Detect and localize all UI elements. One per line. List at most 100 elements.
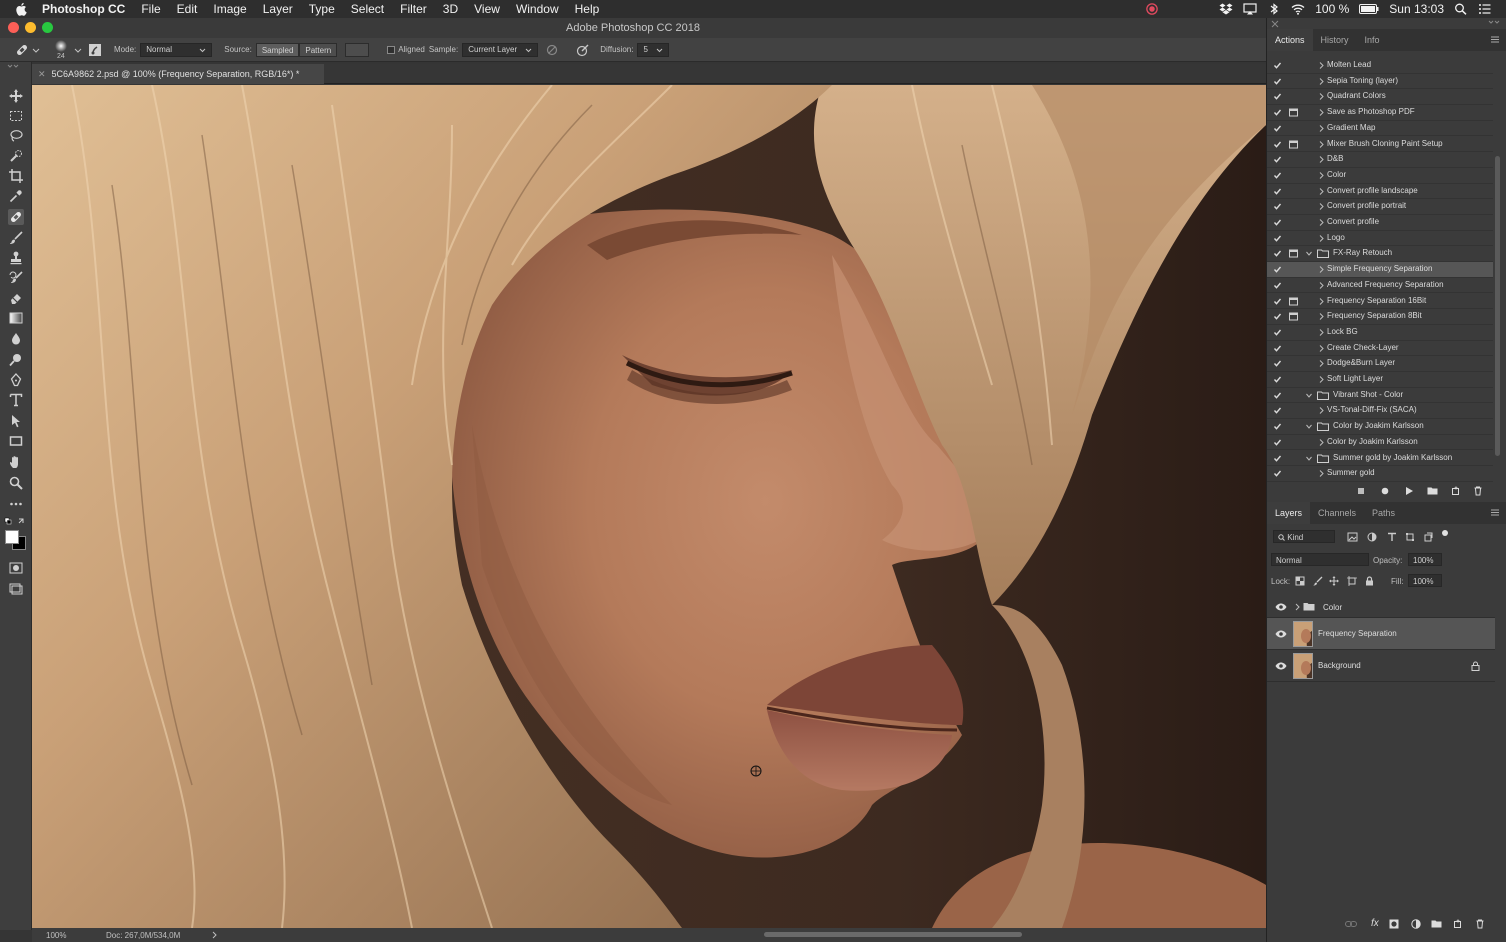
lock-all-icon[interactable] [1365, 576, 1374, 586]
menubar-clock[interactable]: Sun 13:03 [1389, 2, 1444, 16]
action-row[interactable]: Lock BG [1267, 325, 1493, 341]
menu-help[interactable]: Help [575, 2, 600, 16]
pattern-picker[interactable] [345, 42, 370, 57]
wifi-icon[interactable] [1291, 3, 1305, 15]
chevron-right-icon[interactable] [1317, 438, 1325, 447]
chevron-right-icon[interactable] [1295, 603, 1301, 611]
checkmark-icon[interactable] [1273, 77, 1282, 86]
action-row[interactable]: Advanced Frequency Separation [1267, 278, 1493, 294]
pixel-layer-filter-icon[interactable] [1347, 532, 1358, 542]
mode-select[interactable]: Normal [140, 42, 213, 57]
action-row[interactable]: Summer gold [1267, 466, 1493, 482]
chevron-right-icon[interactable] [1317, 312, 1325, 321]
action-row[interactable]: Frequency Separation 16Bit [1267, 294, 1493, 310]
checkmark-icon[interactable] [1273, 265, 1282, 274]
horizontal-scrollbar[interactable] [764, 932, 1022, 937]
panel-menu-icon[interactable] [1491, 36, 1499, 43]
checkmark-icon[interactable] [1273, 328, 1282, 337]
layer-row[interactable]: Background [1267, 650, 1495, 682]
lock-transparent-pixels-icon[interactable] [1295, 576, 1305, 586]
document-canvas[interactable] [32, 85, 1266, 928]
dialog-toggle-icon[interactable] [1289, 249, 1298, 258]
action-row[interactable]: Sepia Toning (layer) [1267, 74, 1493, 90]
eyedropper-tool[interactable] [8, 188, 24, 204]
sample-select[interactable]: Current Layer [462, 42, 539, 57]
ignore-adjustment-layers-icon[interactable] [546, 44, 558, 56]
eraser-tool[interactable] [8, 290, 24, 306]
chevron-right-icon[interactable] [1317, 61, 1325, 70]
action-row[interactable]: Create Check-Layer [1267, 341, 1493, 357]
action-row[interactable]: Quadrant Colors [1267, 89, 1493, 106]
menu-app-name[interactable]: Photoshop CC [42, 2, 125, 16]
lock-image-pixels-icon[interactable] [1313, 576, 1323, 586]
brush-picker-dropdown-icon[interactable] [74, 46, 82, 54]
menu-edit[interactable]: Edit [177, 2, 198, 16]
rectangle-tool[interactable] [8, 433, 24, 449]
visibility-eye-icon[interactable] [1275, 662, 1287, 670]
action-row[interactable]: Molten Lead [1267, 58, 1493, 74]
type-tool[interactable] [8, 392, 24, 408]
chevron-right-icon[interactable] [1317, 359, 1325, 368]
stop-icon[interactable] [1357, 487, 1365, 495]
status-menu-arrow-icon[interactable] [212, 931, 218, 939]
chevron-right-icon[interactable] [1317, 281, 1325, 290]
chevron-right-icon[interactable] [1317, 469, 1325, 478]
blend-mode-select[interactable]: Normal [1271, 553, 1369, 566]
zoom-level[interactable]: 100% [46, 931, 106, 940]
action-row[interactable]: Color by Joakim Karlsson [1267, 435, 1493, 451]
visibility-eye-icon[interactable] [1275, 630, 1287, 638]
record-icon[interactable] [1145, 3, 1159, 15]
layer-lock-icon[interactable] [1471, 661, 1480, 671]
aligned-checkbox[interactable] [387, 45, 396, 54]
layer-thumbnail[interactable] [1293, 653, 1313, 679]
layer-style-fx-icon[interactable]: fx [1371, 918, 1379, 929]
layer-group-row[interactable]: Color [1267, 596, 1495, 618]
screen-mode-button[interactable] [8, 580, 24, 596]
chevron-right-icon[interactable] [1317, 297, 1325, 306]
action-row[interactable]: Color by Joakim Karlsson [1267, 419, 1493, 435]
chevron-right-icon[interactable] [1317, 140, 1325, 149]
checkmark-icon[interactable] [1273, 249, 1282, 258]
smart-object-filter-icon[interactable] [1423, 532, 1433, 542]
chevron-right-icon[interactable] [1317, 171, 1325, 180]
checkmark-icon[interactable] [1273, 438, 1282, 447]
source-pattern-button[interactable]: Pattern [299, 42, 338, 57]
checkmark-icon[interactable] [1273, 375, 1282, 384]
checkmark-icon[interactable] [1273, 281, 1282, 290]
chevron-right-icon[interactable] [1317, 108, 1325, 117]
checkmark-icon[interactable] [1273, 218, 1282, 227]
tools-panel-collapse-icon[interactable] [6, 64, 26, 69]
battery-icon[interactable] [1359, 3, 1379, 15]
document-tab[interactable]: ✕ 5C6A9862 2.psd @ 100% (Frequency Separa… [32, 64, 324, 84]
action-row[interactable]: Convert profile portrait [1267, 199, 1493, 215]
action-row[interactable]: Gradient Map [1267, 121, 1493, 137]
close-tab-icon[interactable]: ✕ [38, 69, 46, 79]
action-row[interactable]: Soft Light Layer [1267, 372, 1493, 388]
dodge-tool[interactable] [8, 352, 24, 368]
action-row[interactable]: Dodge&Burn Layer [1267, 356, 1493, 372]
source-sampled-button[interactable]: Sampled [255, 42, 300, 57]
chevron-right-icon[interactable] [1317, 375, 1325, 384]
dropbox-icon[interactable] [1219, 3, 1233, 15]
chevron-down-icon[interactable] [1305, 422, 1313, 431]
menu-layer[interactable]: Layer [263, 2, 293, 16]
adjustment-layer-filter-icon[interactable] [1367, 532, 1377, 542]
filter-toggle-icon[interactable] [1441, 529, 1449, 537]
chevron-right-icon[interactable] [1317, 202, 1325, 211]
menu-3d[interactable]: 3D [443, 2, 458, 16]
action-row[interactable]: Simple Frequency Separation [1267, 262, 1493, 278]
checkmark-icon[interactable] [1273, 391, 1282, 400]
checkmark-icon[interactable] [1273, 297, 1282, 306]
chevron-right-icon[interactable] [1317, 155, 1325, 164]
checkmark-icon[interactable] [1273, 171, 1282, 180]
chevron-right-icon[interactable] [1317, 124, 1325, 133]
menu-select[interactable]: Select [351, 2, 384, 16]
action-row[interactable]: Color [1267, 168, 1493, 184]
tab-actions[interactable]: Actions [1267, 29, 1313, 51]
brush-tool[interactable] [8, 230, 24, 246]
quick-selection-tool[interactable] [8, 148, 24, 164]
delete-layer-icon[interactable] [1475, 919, 1485, 929]
foreground-color-swatch[interactable] [5, 530, 19, 544]
lock-position-icon[interactable] [1329, 576, 1339, 586]
blur-tool[interactable] [8, 331, 24, 347]
